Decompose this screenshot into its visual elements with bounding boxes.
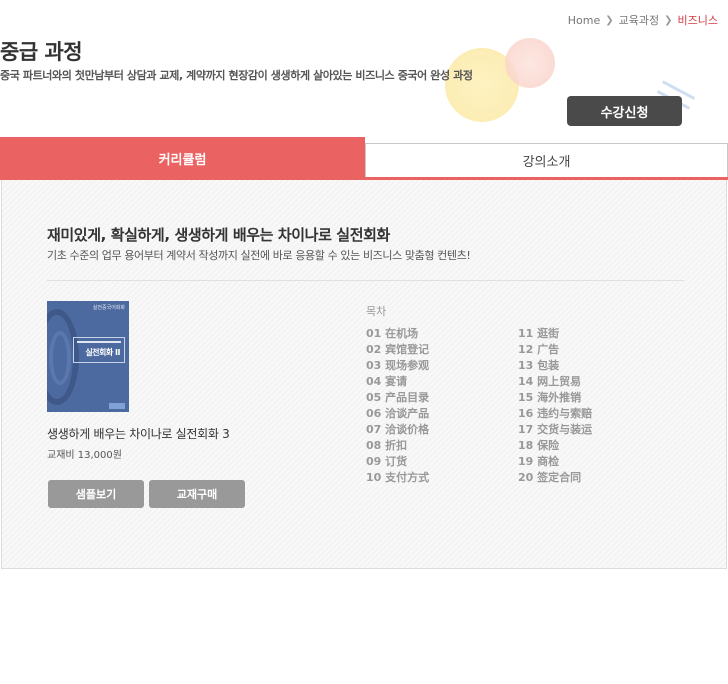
tab-curriculum[interactable]: 커리큘럼: [0, 137, 365, 180]
toc-list-column-1: 01 在机场 02 宾馆登记 03 现场参观 04 宴请 05 产品目录 06 …: [366, 326, 429, 486]
cover-pattern: [49, 331, 71, 385]
cover-title: 실전회화 II: [85, 348, 120, 357]
buy-textbook-button[interactable]: 교재구매: [149, 480, 245, 508]
toc-item: 17 交货与装运: [518, 423, 593, 436]
curriculum-panel: 재미있게, 확실하게, 생생하게 배우는 차이나로 실전회화 기초 수준의 업무…: [1, 180, 727, 569]
toc-item: 05 产品目录: [366, 391, 430, 404]
toc-item: 08 折扣: [366, 439, 408, 452]
toc-list-column-2: 11 逛街 12 广告 13 包装 14 网上贸易 15 海外推销 16 违约与…: [518, 326, 592, 486]
toc-item: 15 海外推销: [518, 391, 582, 404]
toc-item: 14 网上贸易: [518, 375, 582, 388]
panel-description: 기초 수준의 업무 용어부터 계약서 작성까지 실전에 바로 응용할 수 있는 …: [47, 249, 471, 262]
breadcrumb: Home ❯ 교육과정 ❯ 비즈니스: [568, 12, 718, 28]
toc-item: 19 商检: [518, 455, 560, 468]
toc-item: 10 支付方式: [366, 471, 430, 484]
cover-top-text: 실전중국어회화: [92, 305, 125, 311]
toc-title: 목차: [366, 305, 387, 318]
toc-item: 20 签定合同: [518, 471, 582, 484]
breadcrumb-home-link[interactable]: Home: [568, 14, 600, 27]
toc-item: 11 逛街: [518, 327, 560, 340]
tab-course-intro[interactable]: 강의소개: [365, 143, 728, 177]
cover-publisher-logo: [109, 403, 125, 409]
book-price: 교재비 13,000원: [47, 450, 122, 461]
book-cover-image[interactable]: 실전중국어회화 실전회화 II: [47, 301, 129, 412]
decorative-pink-circle: [505, 38, 555, 88]
tab-bar: 커리큘럼 강의소개: [0, 137, 728, 180]
panel-heading: 재미있게, 확실하게, 생생하게 배우는 차이나로 실전회화: [47, 226, 390, 244]
toc-item: 09 订货: [366, 455, 408, 468]
divider: [47, 280, 684, 281]
sample-view-button[interactable]: 샘플보기: [48, 480, 144, 508]
toc-item: 02 宾馆登记: [366, 343, 430, 356]
enroll-button[interactable]: 수강신청: [567, 96, 682, 126]
toc-item: 18 保险: [518, 439, 560, 452]
toc-item: 12 广告: [518, 343, 560, 356]
breadcrumb-level2-link[interactable]: 교육과정: [619, 12, 659, 28]
chevron-right-icon: ❯: [664, 14, 673, 26]
toc-item: 13 包装: [518, 359, 560, 372]
toc-item: 01 在机场: [366, 327, 419, 340]
toc-item: 04 宴请: [366, 375, 408, 388]
toc-item: 06 洽谈产品: [366, 407, 430, 420]
toc-item: 03 现场参观: [366, 359, 430, 372]
page-title: 중급 과정: [0, 40, 83, 64]
page-subtitle: 중국 파트너와의 첫만남부터 상담과 교제, 계약까지 현장감이 생생하게 살아…: [0, 69, 473, 82]
toc-item: 16 违约与索赔: [518, 407, 593, 420]
cover-title-line: [77, 341, 121, 343]
breadcrumb-current: 비즈니스: [677, 14, 718, 27]
book-title: 생생하게 배우는 차이나로 실전회화 3: [47, 427, 230, 441]
toc-item: 07 洽谈价格: [366, 423, 430, 436]
chevron-right-icon: ❯: [605, 14, 614, 26]
